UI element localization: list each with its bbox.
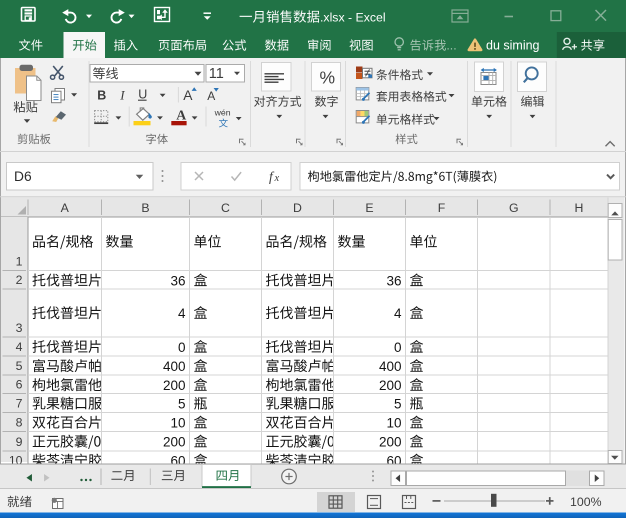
svg-text:10: 10 [170,416,185,431]
svg-text:F: F [438,201,446,215]
svg-text:36: 36 [170,273,185,288]
svg-text:10: 10 [386,416,401,431]
svg-text:D: D [293,201,302,215]
svg-text:.xlsx - Excel: .xlsx - Excel [320,11,386,25]
svg-text:100%: 100% [570,495,602,509]
svg-text:5: 5 [178,397,186,412]
svg-text:36: 36 [386,273,401,288]
svg-text:4: 4 [394,306,402,321]
svg-text:...: ... [446,39,456,53]
svg-text:5: 5 [16,359,23,373]
svg-text:wén: wén [214,108,231,118]
svg-text:4: 4 [178,306,186,321]
svg-text:200: 200 [379,378,402,393]
svg-text:%: % [320,68,336,88]
svg-text:400: 400 [163,359,186,374]
svg-text:x: x [274,173,280,184]
svg-text:9: 9 [16,435,23,449]
svg-text:D6: D6 [14,169,32,184]
svg-text:0: 0 [178,340,186,355]
svg-text:400: 400 [379,359,402,374]
svg-text:6: 6 [16,378,23,392]
svg-text:E: E [365,201,373,215]
svg-text:B: B [141,201,149,215]
svg-text:H: H [575,201,584,215]
svg-text:A: A [176,108,186,123]
svg-text:200: 200 [379,435,402,450]
svg-text:0: 0 [394,340,402,355]
svg-text:A: A [61,201,70,215]
svg-text:2: 2 [16,273,23,287]
svg-text:4: 4 [16,340,23,354]
svg-text:A: A [207,89,215,103]
svg-text:G: G [509,201,519,215]
svg-text:A: A [183,88,193,103]
svg-text:5: 5 [394,397,402,412]
svg-text:200: 200 [163,378,186,393]
svg-text:7: 7 [16,397,23,411]
svg-text:3: 3 [16,321,23,335]
svg-text:11: 11 [209,66,224,82]
svg-text:8: 8 [16,416,23,430]
svg-text:1: 1 [16,255,23,269]
svg-text:U: U [138,88,147,102]
svg-text:I: I [119,87,125,102]
svg-text:B: B [97,88,106,102]
svg-text:200: 200 [163,435,186,450]
svg-text:du siming: du siming [486,39,540,53]
svg-text:C: C [221,201,230,215]
